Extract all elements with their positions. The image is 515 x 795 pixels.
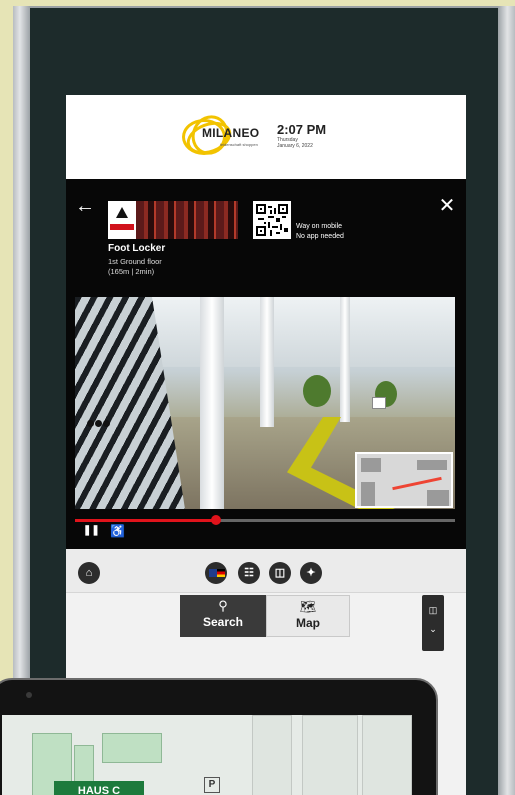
tab-search[interactable]: ⚲ Search [180, 595, 266, 637]
clock: 2:07 PM Thursday January 6, 2022 [277, 122, 326, 149]
chevron-down-icon: ⌄ [429, 624, 437, 634]
search-icon: ⚲ [218, 598, 228, 613]
floor-selector-button[interactable]: ◫ ⌄ [422, 595, 444, 651]
flag-icon[interactable] [205, 562, 227, 584]
progress-knob[interactable] [210, 515, 221, 525]
qr-line-1: Way on mobile [296, 223, 343, 230]
store-distance: (165m | 2min) [108, 267, 155, 276]
wheelchair-icon[interactable]: ♿ [110, 524, 128, 540]
qr-line-2: No app needed [296, 233, 344, 240]
qr-code[interactable] [253, 201, 291, 239]
restroom-icon[interactable]: ✦ [300, 562, 322, 584]
building-label: HAUS C [54, 781, 144, 795]
store-image [108, 201, 238, 239]
minimap [355, 452, 453, 508]
brand-header: MILANEO leidenschaft shoppen 2:07 PM Thu… [66, 95, 466, 179]
qr-caption: Way on mobile No app needed [296, 222, 344, 242]
map-icon: 🗺 [299, 599, 317, 614]
bottom-toolbar: ⌂ ☷ ◫ ✦ [66, 549, 466, 593]
accessibility-icon[interactable]: ☷ [238, 562, 260, 584]
progress-fill [75, 519, 216, 522]
store-name: Foot Locker [108, 243, 166, 254]
home-icon[interactable]: ⌂ [78, 562, 100, 584]
milaneo-logo: MILANEO leidenschaft shoppen [182, 109, 292, 161]
camera-dot [26, 692, 32, 698]
tab-search-label: Search [202, 615, 244, 629]
tablet-screen: HAUS C P [2, 715, 412, 795]
route-video[interactable] [75, 297, 455, 509]
tab-map-label: Map [296, 616, 320, 630]
video-progress-bar[interactable] [75, 515, 455, 525]
brand-tagline: leidenschaft shoppen [220, 142, 258, 147]
brand-name: MILANEO [202, 126, 260, 140]
clock-time: 2:07 PM [277, 122, 327, 137]
foot-locker-logo [108, 201, 136, 239]
store-floor: 1st Ground floor [108, 257, 162, 266]
arrow-left-icon[interactable]: ← [74, 195, 96, 217]
tab-map[interactable]: 🗺 Map [266, 595, 350, 637]
kiosk-rail-right [498, 6, 515, 795]
directional-sign [372, 397, 386, 409]
parking-icon: P [204, 777, 220, 793]
tablet-device: HAUS C P [0, 678, 438, 795]
scene: MILANEO leidenschaft shoppen 2:07 PM Thu… [0, 0, 515, 795]
route-panel: ← ✕ Foot Locker 1st Ground floor (165m |… [66, 179, 466, 549]
pause-icon[interactable]: ❚❚ [83, 525, 100, 539]
elevator-icon: ◫ [428, 605, 438, 615]
marker-dots [87, 414, 111, 432]
elevator-icon[interactable]: ◫ [269, 562, 291, 584]
close-icon[interactable]: ✕ [436, 195, 458, 217]
clock-date: January 6, 2022 [277, 143, 313, 149]
kiosk-rail-left [13, 6, 30, 795]
